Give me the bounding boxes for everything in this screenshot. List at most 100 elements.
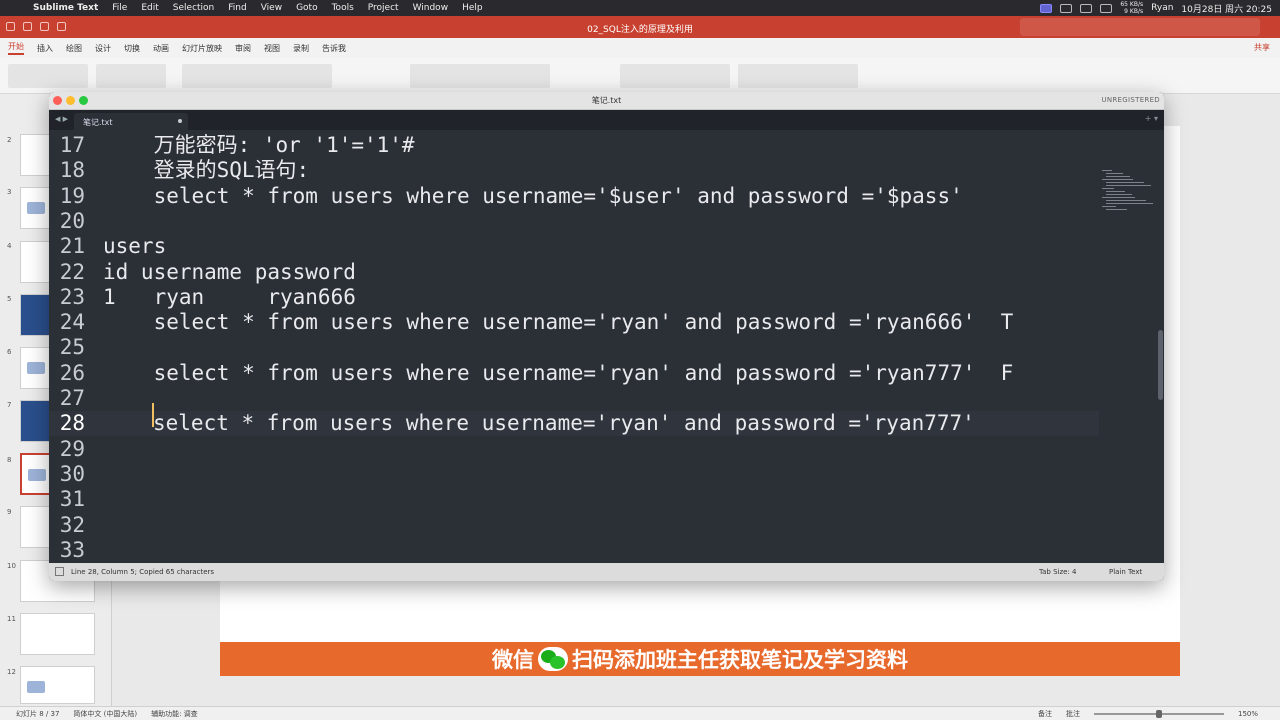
code-line[interactable]: 33	[49, 538, 1099, 563]
line-number: 30	[59, 461, 85, 486]
tab-transitions[interactable]: 切换	[124, 43, 140, 54]
menubar-datetime[interactable]: 10月28日 周六 20:25	[1181, 2, 1272, 15]
minimap[interactable]	[1102, 170, 1156, 216]
paragraph-group[interactable]	[410, 64, 550, 88]
file-tab-label: 笔记.txt	[83, 118, 113, 127]
share-button[interactable]: 共享	[1254, 42, 1270, 53]
apple-icon[interactable]	[13, 2, 25, 14]
macos-menubar: Sublime Text File Edit Selection Find Vi…	[0, 0, 1280, 16]
clipboard-group[interactable]	[8, 64, 88, 88]
tab-slideshow[interactable]: 幻灯片放映	[182, 43, 222, 54]
line-text: 1 ryan ryan666	[103, 284, 356, 309]
slide-number: 3	[7, 188, 12, 196]
file-tab[interactable]: 笔记.txt	[74, 113, 188, 130]
code-line[interactable]: 27	[49, 386, 1099, 411]
tab-review[interactable]: 审阅	[235, 43, 251, 54]
control-center-icon[interactable]	[1060, 3, 1073, 13]
sublime-window: 笔记.txt UNREGISTERED ◀ ▶ 笔记.txt + ▾ 17 万能…	[49, 92, 1164, 581]
scrollbar-thumb[interactable]	[1158, 330, 1163, 400]
tab-record[interactable]: 录制	[293, 43, 309, 54]
font-group[interactable]	[182, 64, 332, 88]
tab-design[interactable]: 设计	[95, 43, 111, 54]
code-line[interactable]: 31	[49, 487, 1099, 512]
vertical-scrollbar[interactable]	[1157, 130, 1164, 563]
menu-project[interactable]: Project	[368, 3, 399, 13]
menubar-user[interactable]: Ryan	[1151, 3, 1173, 13]
close-tab-icon[interactable]	[178, 119, 182, 123]
accessibility-status[interactable]: 辅助功能: 调查	[151, 709, 198, 719]
slide-counter: 幻灯片 8 / 37	[16, 710, 60, 718]
code-line[interactable]: 23 1 ryan ryan666	[49, 285, 1099, 310]
minimap-line	[1106, 173, 1123, 174]
line-number: 28	[59, 411, 85, 436]
menu-file[interactable]: File	[112, 3, 127, 13]
menu-edit[interactable]: Edit	[141, 3, 158, 13]
tab-home[interactable]: 开始	[8, 41, 24, 55]
screen-record-icon[interactable]	[1040, 3, 1053, 13]
line-number: 17	[59, 133, 85, 157]
tab-tell-me[interactable]: 告诉我	[322, 43, 346, 54]
menu-app-name[interactable]: Sublime Text	[33, 3, 98, 13]
tab-animations[interactable]: 动画	[153, 43, 169, 54]
line-text: 万能密码: 'or '1'='1'#	[103, 133, 415, 157]
sublime-titlebar: 笔记.txt UNREGISTERED	[49, 92, 1164, 110]
minimap-line	[1102, 206, 1116, 207]
zoom-slider[interactable]	[1093, 710, 1224, 718]
code-line[interactable]: 24 select * from users where username='r…	[49, 310, 1099, 335]
code-line[interactable]: 21 users	[49, 234, 1099, 259]
notes-button[interactable]: 备注	[1038, 709, 1052, 719]
line-number: 26	[59, 360, 85, 385]
tab-draw[interactable]: 绘图	[66, 43, 82, 54]
slide-thumbnail[interactable]	[20, 613, 95, 655]
line-number: 25	[59, 335, 85, 360]
syntax-selector[interactable]: Plain Text	[1109, 568, 1142, 576]
menu-selection[interactable]: Selection	[173, 3, 214, 13]
slides-group[interactable]	[96, 64, 166, 88]
slide-thumbnail[interactable]	[20, 666, 95, 704]
minimap-line	[1106, 194, 1132, 195]
tab-nav-arrows-icon[interactable]: ◀ ▶	[55, 115, 68, 123]
menubar-status-area: 65 KB/s 9 KB/s Ryan 10月28日 周六 20:25	[1040, 0, 1272, 16]
slide-number: 10	[7, 562, 16, 570]
menu-view[interactable]: View	[261, 3, 282, 13]
code-editor[interactable]: 17 万能密码: 'or '1'='1'# 18 登录的SQL语句: 19 sele…	[49, 130, 1164, 563]
drawing-group[interactable]	[620, 64, 730, 88]
arrange-group[interactable]	[738, 64, 858, 88]
line-text: select * from users where username='ryan…	[103, 360, 1014, 385]
wifi-icon[interactable]	[1100, 3, 1113, 13]
code-line[interactable]: 22 id username password	[49, 260, 1099, 285]
line-number: 21	[59, 234, 85, 259]
input-method-icon[interactable]	[1080, 3, 1093, 13]
banner-text: 扫码添加班主任获取笔记及学习资料	[572, 648, 908, 672]
code-line[interactable]: 17 万能密码: 'or '1'='1'#	[49, 133, 1099, 158]
code-line[interactable]: 19 select * from users where username='$…	[49, 184, 1099, 209]
minimap-line	[1106, 200, 1146, 201]
code-line[interactable]: 25	[49, 335, 1099, 360]
tab-insert[interactable]: 插入	[37, 43, 53, 54]
slide-number: 8	[7, 456, 12, 464]
comments-button[interactable]: 批注	[1066, 709, 1080, 719]
code-line[interactable]: 18 登录的SQL语句:	[49, 158, 1099, 183]
code-line[interactable]: 32	[49, 513, 1099, 538]
minimap-line	[1106, 203, 1153, 204]
slide-number: 5	[7, 295, 12, 303]
tab-view[interactable]: 视图	[264, 43, 280, 54]
menu-help[interactable]: Help	[462, 3, 483, 13]
menu-tools[interactable]: Tools	[332, 3, 354, 13]
sublime-statusbar: Line 28, Column 5; Copied 65 characters …	[49, 563, 1164, 581]
menu-find[interactable]: Find	[228, 3, 246, 13]
minimap-line	[1102, 179, 1133, 180]
code-line[interactable]: 20	[49, 209, 1099, 234]
code-line[interactable]: 29	[49, 437, 1099, 462]
zoom-level[interactable]: 150%	[1238, 710, 1258, 718]
language-status[interactable]: 简体中文 (中国大陆)	[73, 709, 137, 719]
tab-size-selector[interactable]: Tab Size: 4	[1039, 568, 1076, 576]
menu-window[interactable]: Window	[413, 3, 449, 13]
panel-toggle-icon[interactable]	[55, 567, 64, 576]
minimap-line	[1106, 185, 1151, 186]
new-tab-icon[interactable]: + ▾	[1145, 114, 1158, 123]
code-line[interactable]: 26 select * from users where username='r…	[49, 361, 1099, 386]
code-line[interactable]: 28 select * from users where username='ry…	[49, 411, 1099, 437]
code-line[interactable]: 30	[49, 462, 1099, 487]
menu-goto[interactable]: Goto	[296, 3, 318, 13]
